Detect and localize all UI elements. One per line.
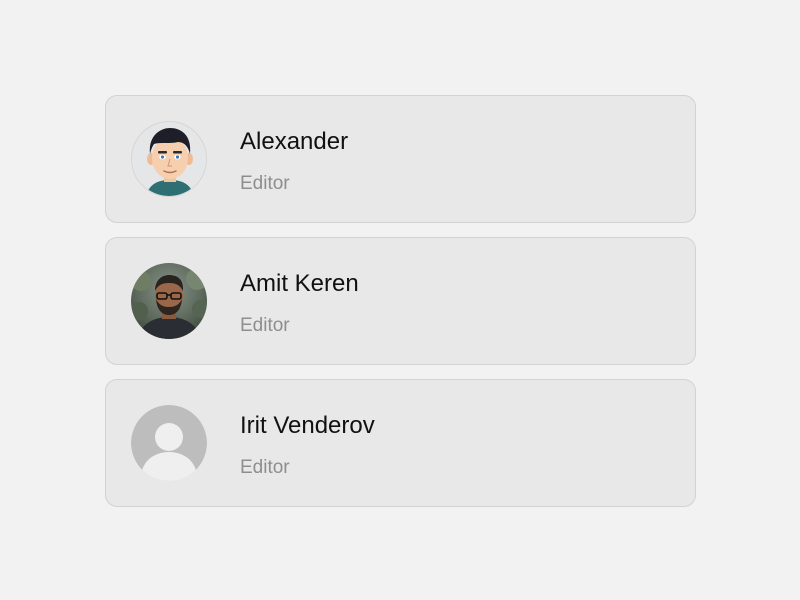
user-card-irit-venderov[interactable]: Irit Venderov Editor: [105, 379, 696, 507]
user-name: Irit Venderov: [240, 412, 375, 439]
user-card-alexander[interactable]: Alexander Editor: [105, 95, 696, 223]
user-name: Amit Keren: [240, 270, 359, 297]
cartoon-man-avatar: [131, 121, 207, 197]
default-person-placeholder-icon: [131, 405, 207, 481]
user-role: Editor: [240, 315, 290, 336]
user-card-amit-keren[interactable]: Amit Keren Editor: [105, 237, 696, 365]
user-role: Editor: [240, 457, 290, 478]
user-role: Editor: [240, 173, 290, 194]
photo-man-with-glasses-avatar: [131, 263, 207, 339]
user-list: Alexander Editor Amit Keren Editor Irit …: [105, 95, 696, 521]
user-name: Alexander: [240, 128, 349, 155]
